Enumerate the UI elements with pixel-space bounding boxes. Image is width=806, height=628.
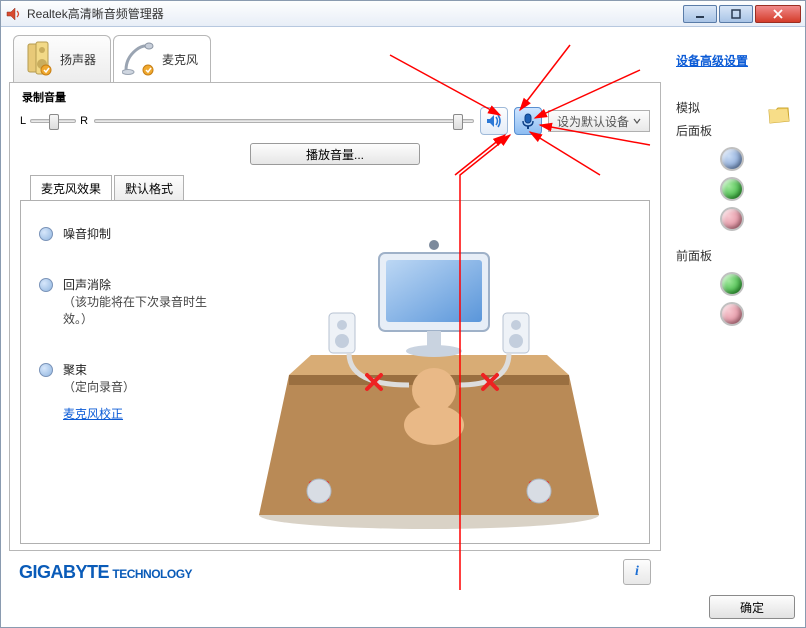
balance-L: L <box>20 115 26 127</box>
recording-volume-label: 录制音量 <box>22 89 650 105</box>
tab-speaker-label: 扬声器 <box>60 51 96 68</box>
tab-mic-effects[interactable]: 麦克风效果 <box>30 175 112 201</box>
brand-logo: GIGABYTE TECHNOLOGY <box>19 562 192 583</box>
option-echo-sub: （该功能将在下次录音时生效。） <box>63 293 229 327</box>
titlebar: Realtek高清晰音频管理器 <box>1 1 805 27</box>
front-panel-label: 前面板 <box>676 247 788 264</box>
mic-calibration-link[interactable]: 麦克风校正 <box>63 405 123 422</box>
window-title: Realtek高清晰音频管理器 <box>27 5 683 22</box>
tab-microphone[interactable]: 麦克风 <box>113 35 211 83</box>
footer: GIGABYTE TECHNOLOGY i <box>9 551 661 593</box>
jack-rear-pink[interactable] <box>722 209 742 229</box>
device-tabs: 扬声器 麦克风 <box>13 35 661 83</box>
ok-button[interactable]: 确定 <box>709 595 795 619</box>
option-noise-suppression[interactable]: 噪音抑制 <box>39 225 229 242</box>
info-icon: i <box>635 564 639 580</box>
room-illustration <box>239 225 631 519</box>
option-beamforming[interactable]: 聚束 （定向录音） <box>39 361 229 395</box>
radio-icon <box>39 363 53 377</box>
play-volume-button[interactable]: 播放音量... <box>250 143 420 165</box>
mute-mic-button[interactable] <box>514 107 542 135</box>
brand-sub: TECHNOLOGY <box>112 567 192 581</box>
volume-slider[interactable] <box>94 119 474 123</box>
main-panel: 录制音量 L R 设为默认设备 <box>9 82 661 551</box>
info-button[interactable]: i <box>623 559 651 585</box>
desk-scene <box>249 235 609 535</box>
radio-icon <box>39 278 53 292</box>
folder-icon[interactable] <box>768 106 790 127</box>
sub-tabs: 麦克风效果 默认格式 <box>30 175 650 201</box>
option-noise-label: 噪音抑制 <box>63 225 111 242</box>
balance-control: L R <box>20 115 88 127</box>
brand-name: GIGABYTE <box>19 562 109 582</box>
jack-rear-blue[interactable] <box>722 149 742 169</box>
minimize-button[interactable] <box>683 5 717 23</box>
effects-panel: 噪音抑制 回声消除 （该功能将在下次录音时生效。） <box>20 200 650 544</box>
balance-R: R <box>80 115 88 127</box>
app-window: Realtek高清晰音频管理器 扬声器 麦克风 <box>0 0 806 628</box>
set-default-label: 设为默认设备 <box>557 113 629 130</box>
microphone-icon <box>122 40 156 79</box>
window-buttons <box>683 5 801 23</box>
option-echo-cancel[interactable]: 回声消除 （该功能将在下次录音时生效。） <box>39 276 229 327</box>
jack-front-green[interactable] <box>722 274 742 294</box>
option-beam-sub: （定向录音） <box>63 378 135 395</box>
tab-microphone-label: 麦克风 <box>162 51 198 68</box>
close-button[interactable] <box>755 5 801 23</box>
playback-monitor-button[interactable] <box>480 107 508 135</box>
side-panel: 设备高级设置 模拟 后面板 前面板 <box>667 35 797 593</box>
chevron-down-icon <box>633 114 641 128</box>
balance-slider[interactable] <box>30 119 76 123</box>
speaker-icon <box>22 40 54 79</box>
set-default-device-button[interactable]: 设为默认设备 <box>548 110 650 132</box>
app-icon <box>5 6 21 22</box>
maximize-button[interactable] <box>719 5 753 23</box>
option-echo-label: 回声消除 <box>63 278 111 292</box>
jack-front-pink[interactable] <box>722 304 742 324</box>
advanced-settings-link[interactable]: 设备高级设置 <box>676 52 788 69</box>
tab-speaker[interactable]: 扬声器 <box>13 35 111 83</box>
option-beam-label: 聚束 <box>63 363 87 377</box>
jack-rear-green[interactable] <box>722 179 742 199</box>
tab-default-format[interactable]: 默认格式 <box>114 175 184 201</box>
radio-icon <box>39 227 53 241</box>
